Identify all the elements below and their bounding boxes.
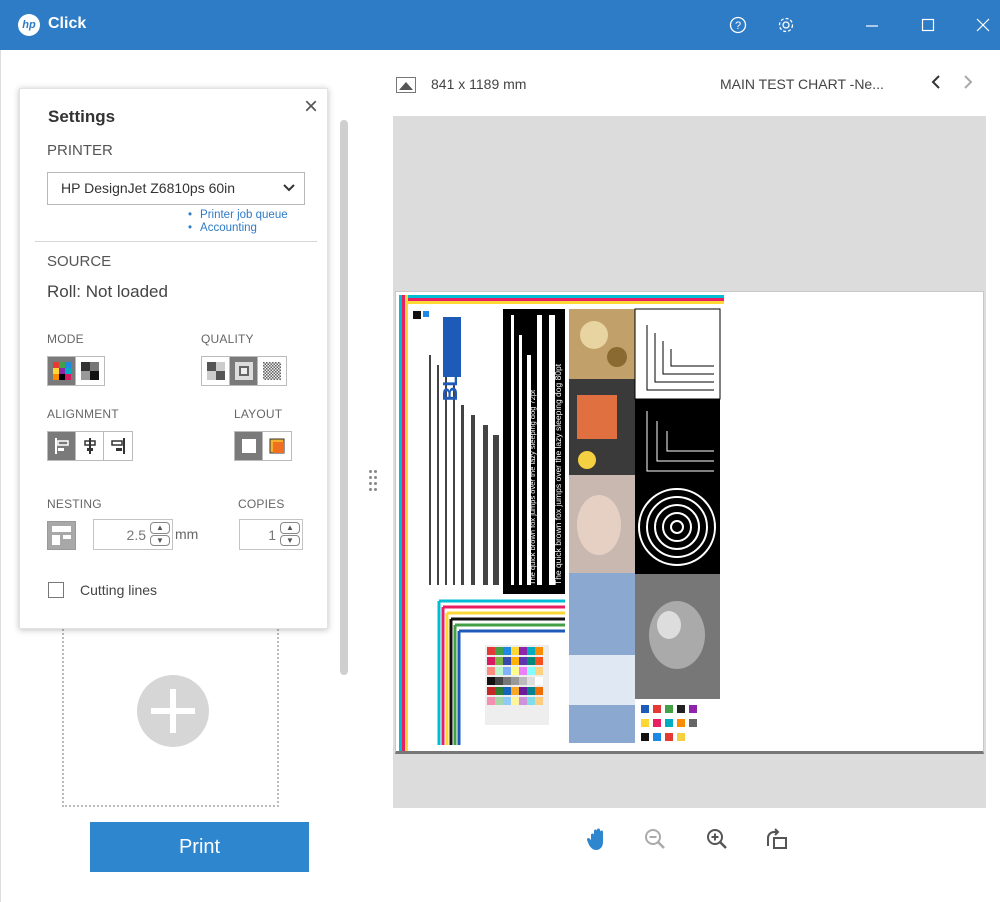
copies-label: COPIES — [238, 497, 285, 511]
rotate-icon[interactable] — [763, 825, 791, 853]
cutting-lines-checkbox[interactable] — [48, 582, 64, 598]
add-icon[interactable] — [137, 675, 209, 747]
hand-icon[interactable] — [584, 825, 612, 853]
printer-value: HP DesignJet Z6810ps 60in — [61, 180, 236, 196]
add-file-area[interactable] — [62, 629, 279, 807]
window-border — [0, 50, 9, 902]
title-bar: hp Click ? — [0, 0, 1000, 50]
print-preview[interactable]: BLI The quick brown fox jumps over the l… — [393, 116, 986, 808]
zoom-out-icon[interactable] — [641, 825, 669, 853]
mode-color-button[interactable] — [48, 357, 76, 385]
nesting-unit: mm — [175, 526, 199, 542]
divider — [35, 241, 317, 242]
settings-scrollbar[interactable] — [340, 120, 348, 675]
nesting-stepper[interactable]: 2.5 ▲ ▼ — [93, 519, 173, 550]
hp-logo-icon: hp — [18, 14, 40, 36]
align-left-button[interactable] — [48, 432, 76, 460]
quality-group — [201, 356, 287, 386]
layout-landscape-button[interactable] — [263, 432, 291, 460]
quality-best-button[interactable] — [258, 357, 286, 385]
help-icon[interactable]: ? — [725, 12, 751, 38]
alignment-group — [47, 431, 133, 461]
copies-value: 1 — [268, 527, 276, 543]
close-icon[interactable] — [970, 12, 996, 38]
printer-dropdown[interactable]: HP DesignJet Z6810ps 60in — [47, 172, 305, 205]
copies-down-icon[interactable]: ▼ — [280, 534, 300, 546]
printer-job-queue-link[interactable]: Printer job queue — [188, 209, 288, 221]
maximize-icon[interactable] — [915, 12, 941, 38]
align-right-button[interactable] — [104, 432, 132, 460]
alignment-label: ALIGNMENT — [47, 407, 119, 421]
split-handle-icon[interactable] — [369, 470, 377, 498]
close-settings-icon[interactable]: × — [298, 95, 324, 121]
app-title: Click — [48, 15, 87, 32]
page-size: 841 x 1189 mm — [431, 76, 527, 92]
mode-group — [47, 356, 105, 386]
svg-text:?: ? — [735, 20, 741, 32]
printer-label: PRINTER — [47, 142, 113, 159]
layout-group — [234, 431, 292, 461]
layout-label: LAYOUT — [234, 407, 283, 421]
test-chart-image: BLI The quick brown fox jumps over the l… — [399, 295, 724, 751]
quality-normal-button[interactable] — [230, 357, 258, 385]
accounting-link[interactable]: Accounting — [188, 222, 257, 234]
mode-grayscale-button[interactable] — [76, 357, 104, 385]
cutting-lines-label: Cutting lines — [80, 582, 158, 598]
chart-logo-text: BLI — [440, 369, 462, 401]
nesting-up-icon[interactable]: ▲ — [150, 522, 170, 534]
align-center-button[interactable] — [76, 432, 104, 460]
print-button[interactable]: Print — [90, 822, 309, 872]
next-icon[interactable] — [962, 74, 974, 95]
nesting-label: NESTING — [47, 497, 102, 511]
quality-draft-button[interactable] — [202, 357, 230, 385]
source-value: Roll: Not loaded — [47, 282, 168, 301]
chevron-down-icon — [282, 180, 296, 197]
settings-panel: Settings × PRINTER HP DesignJet Z6810ps … — [19, 88, 328, 629]
nesting-down-icon[interactable]: ▼ — [150, 534, 170, 546]
previous-icon[interactable] — [930, 74, 942, 95]
minimize-icon[interactable] — [859, 12, 885, 38]
copies-stepper[interactable]: 1 ▲ ▼ — [239, 519, 303, 550]
copies-up-icon[interactable]: ▲ — [280, 522, 300, 534]
document-name: MAIN TEST CHART -Ne... — [720, 76, 884, 92]
settings-title: Settings — [48, 107, 116, 126]
zoom-in-icon[interactable] — [703, 825, 731, 853]
quality-label: QUALITY — [201, 332, 254, 346]
gear-icon[interactable] — [773, 12, 799, 38]
nesting-value: 2.5 — [126, 527, 146, 543]
chart-sample-text-72: The quick brown fox jumps over the lazy … — [528, 389, 537, 585]
nesting-toggle-button[interactable] — [47, 521, 76, 550]
layout-portrait-button[interactable] — [235, 432, 263, 460]
chart-sample-text-80: The quick brown fox jumps over the lazy … — [553, 363, 563, 585]
source-label: SOURCE — [47, 253, 112, 270]
page-sheet: BLI The quick brown fox jumps over the l… — [395, 291, 984, 754]
mode-label: MODE — [47, 332, 84, 346]
image-icon — [396, 77, 416, 93]
